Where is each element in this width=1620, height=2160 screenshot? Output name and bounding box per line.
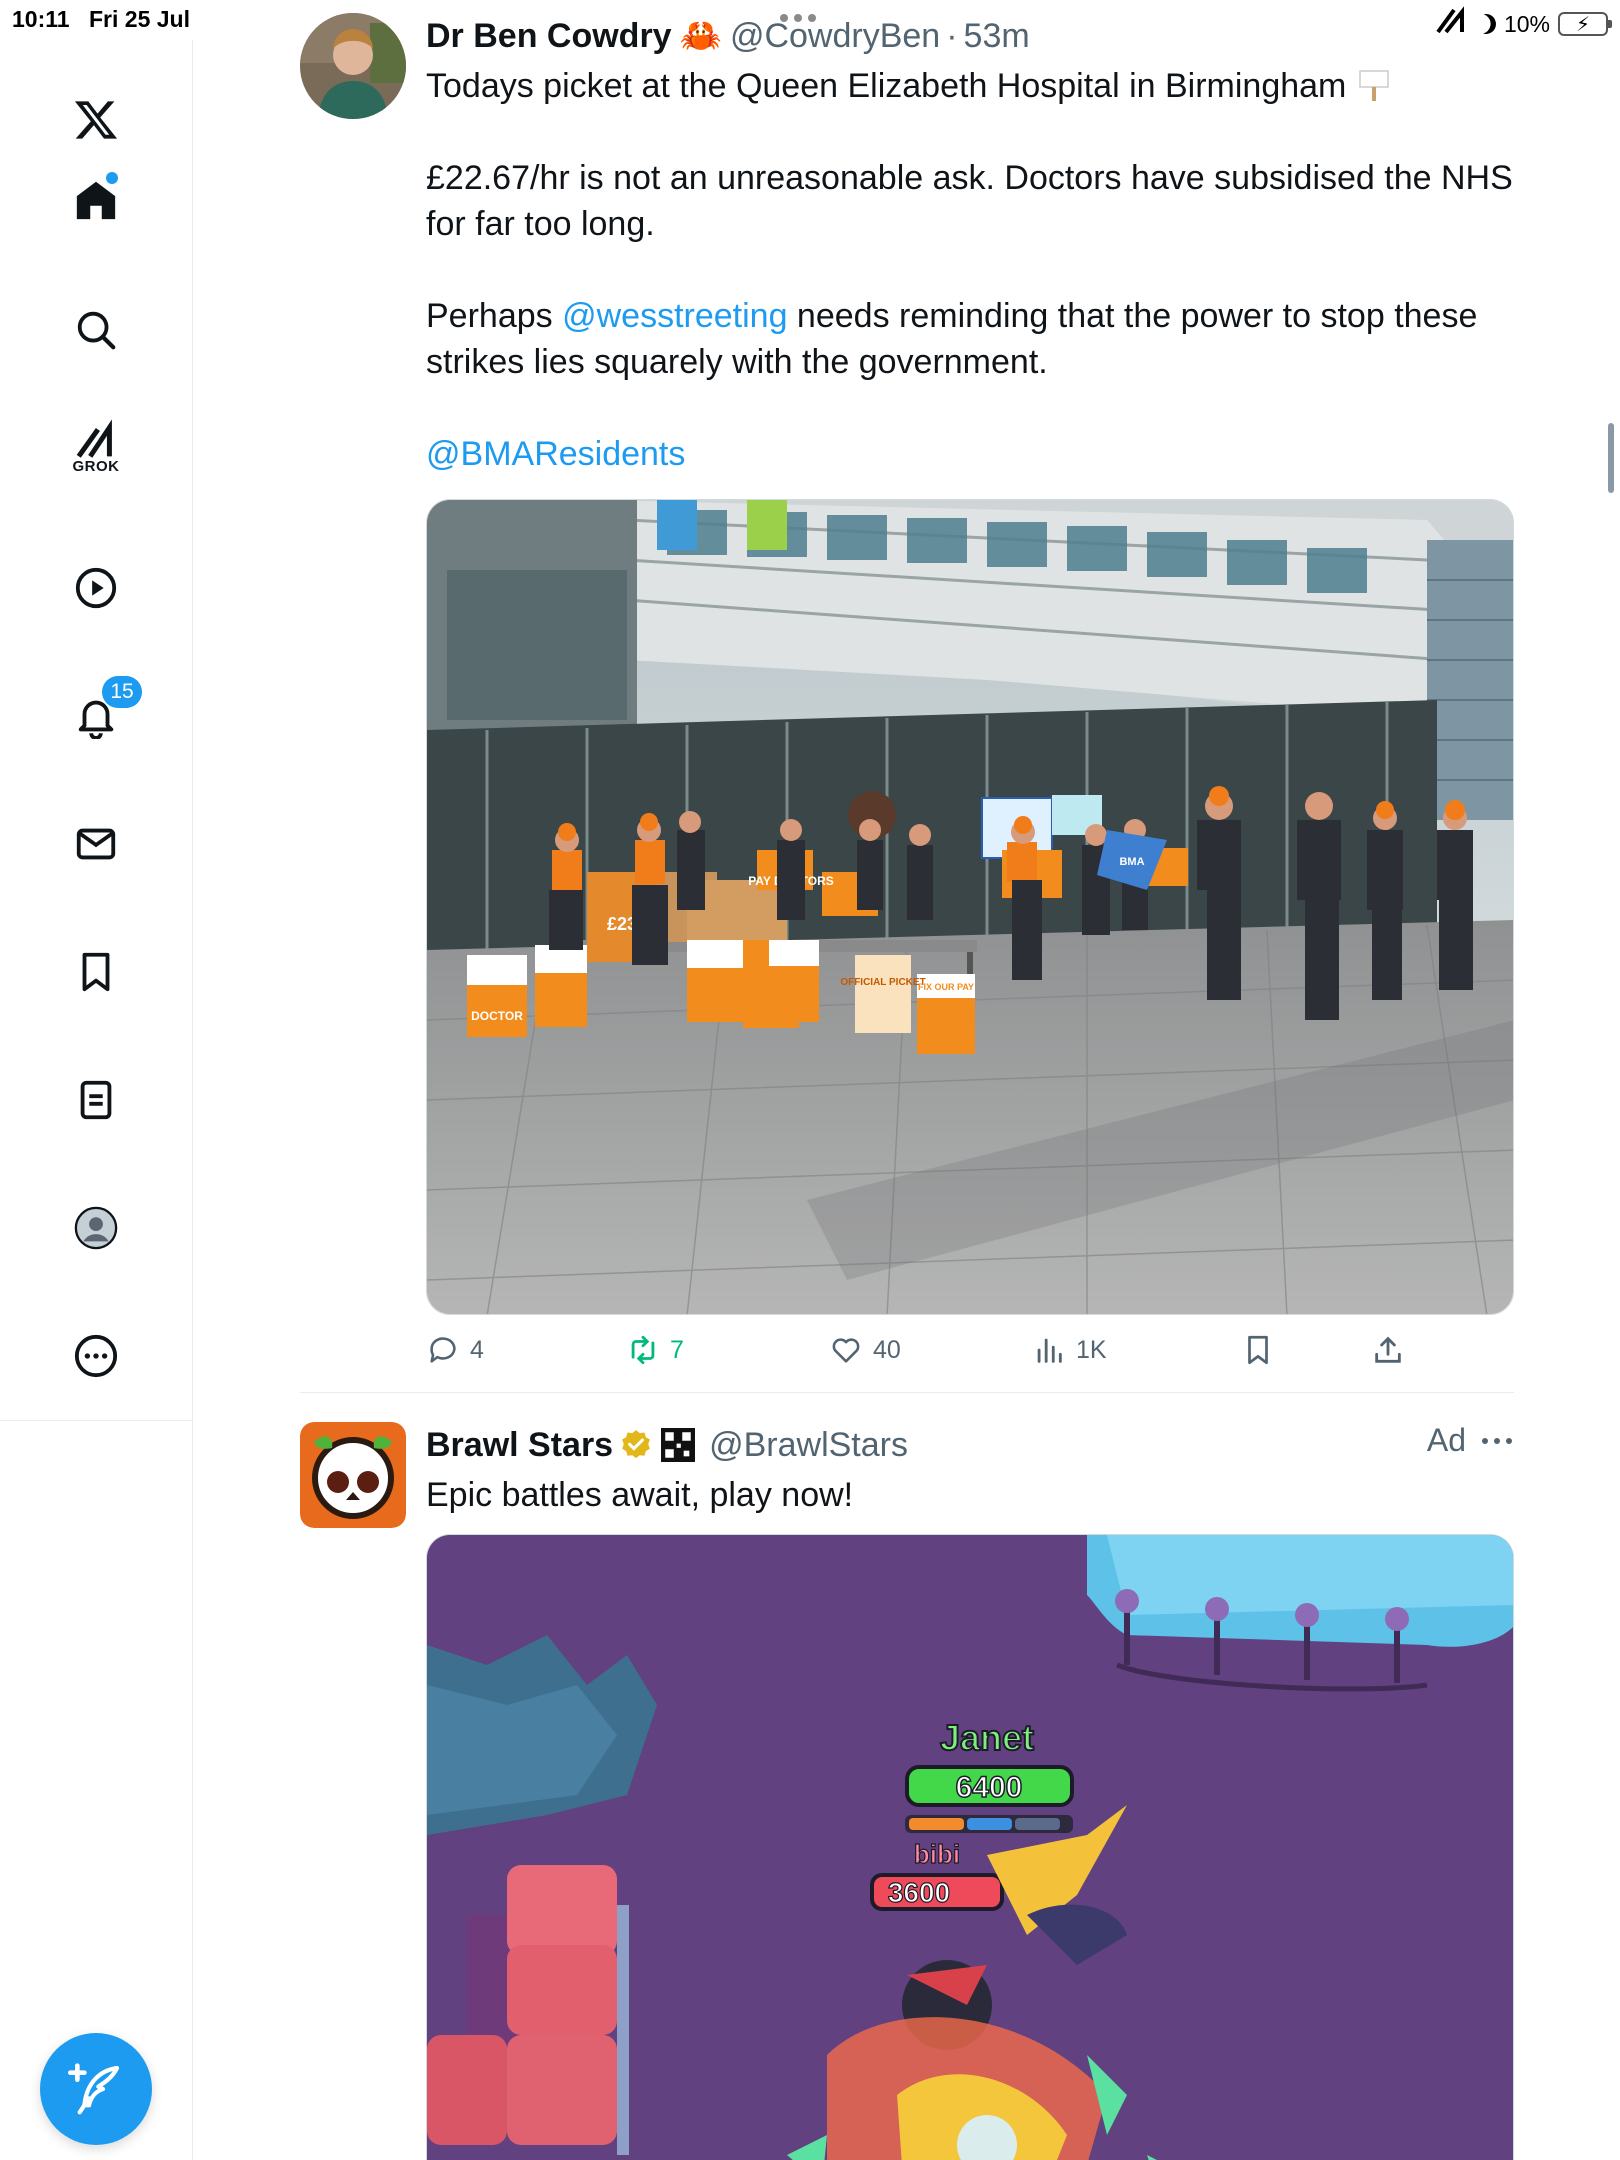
like-count: 40 [873,1335,901,1364]
ad-header: Brawl Stars @BrawlStars [426,1422,1514,1468]
share-icon [1375,1336,1401,1363]
advertiser-handle[interactable]: @BrawlStars [709,1426,908,1465]
sign-doctor-text: DOCTOR [471,1009,523,1023]
sidebar-divider [0,1420,193,1421]
tweet-divider [300,1392,1514,1393]
x-logo-icon[interactable] [66,90,126,150]
bookmark-button[interactable] [1241,1333,1275,1367]
author-handle[interactable]: @CowdryBen [730,17,940,56]
bookmarks-icon[interactable] [66,942,126,1002]
picket-photo-image: DOCTOR PAY DOCTORS OFFICIAL PICKET £23 F… [427,500,1513,1314]
tweet-text: Todays picket at the Queen Elizabeth Hos… [426,63,1514,477]
notifications-icon[interactable]: 15 [66,676,142,746]
compose-post-button[interactable] [40,2033,152,2145]
ad-copy: Epic battles await, play now! [426,1476,854,1514]
mention-wesstreeting[interactable]: @wesstreeting [562,297,787,335]
status-time: 10:11 [12,6,70,32]
ad-label: Ad [1426,1422,1466,1458]
messages-icon[interactable] [66,814,126,874]
heart-icon [832,1338,860,1363]
author-avatar[interactable] [300,13,406,119]
repost-icon [631,1335,655,1365]
tweet-body: Dr Ben Cowdry 🦀 @CowdryBen · 53m Todays … [426,13,1514,1373]
views-chart-icon [1037,1338,1062,1363]
lists-icon[interactable] [66,1070,126,1130]
reply-icon [430,1337,456,1363]
ad-body: Brawl Stars @BrawlStars Ad Epic battles … [426,1422,1514,2160]
search-icon[interactable] [66,300,126,360]
enemy-name-text: bibi [914,1839,960,1869]
player-hp-text: 6400 [956,1771,1023,1804]
crab-emoji: 🦀 [679,17,722,55]
views-button[interactable]: 1K [1032,1333,1107,1367]
player-name-text: Janet [940,1717,1034,1758]
notifications-badge: 15 [102,676,142,708]
reply-button[interactable]: 4 [426,1333,484,1367]
tweet-timestamp[interactable]: 53m [964,17,1030,56]
brawl-stars-avatar[interactable] [300,1422,406,1528]
share-button[interactable] [1371,1333,1405,1367]
views-count: 1K [1076,1335,1107,1364]
repost-button[interactable]: 7 [626,1333,684,1367]
video-icon[interactable] [66,558,126,618]
flag-bma-text: BMA [1119,856,1144,868]
author-name[interactable]: Dr Ben Cowdry [426,17,672,56]
tweet-line-1: Todays picket at the Queen Elizabeth Hos… [426,67,1347,105]
tweet-header: Dr Ben Cowdry 🦀 @CowdryBen · 53m [426,13,1514,59]
home-icon[interactable] [66,170,126,230]
reply-count: 4 [470,1335,484,1364]
grok-icon[interactable]: GROK [66,418,126,478]
tweet-line-3-pre: Perhaps [426,297,563,335]
grok-label: GROK [72,458,120,475]
affiliate-badge-icon [661,1428,696,1462]
sign-official-picket-text: OFFICIAL PICKET [840,977,925,988]
brawl-stars-gameplay-image: Janet 6400 bibi 3600 [427,1535,1513,2160]
ad-text: Epic battles await, play now! [426,1472,1514,1518]
advertiser-name[interactable]: Brawl Stars [426,1426,613,1465]
tweet-line-2: £22.67/hr is not an unreasonable ask. Do… [426,159,1513,243]
tweet-photo[interactable]: DOCTOR PAY DOCTORS OFFICIAL PICKET £23 F… [426,499,1514,1315]
status-date: Fri 25 Jul [89,6,190,32]
more-icon[interactable] [66,1326,126,1386]
mention-bmaresidents[interactable]: @BMAResidents [426,435,685,473]
tweet-actions: 4 7 40 1K [426,1333,1514,1373]
battery-icon: ⚡ [1558,12,1612,36]
repost-count: 7 [670,1335,684,1364]
ad-label-group: Ad [1427,1422,1514,1459]
sign-fix-our-pay-text: FIX OUR PAY [918,982,974,992]
verified-badge-icon [622,1430,650,1459]
home-unread-dot [106,172,118,184]
ad-video[interactable]: Janet 6400 bibi 3600 [426,1534,1514,2160]
like-button[interactable]: 40 [829,1333,901,1367]
header-separator: · [946,16,958,55]
bookmark-icon [1248,1335,1268,1365]
enemy-hp-text: 3600 [888,1877,950,1908]
placard-icon [1359,70,1389,101]
sidebar: GROK 15 [0,40,193,2160]
scrollbar[interactable] [1608,423,1614,493]
more-options-icon[interactable] [1480,1436,1514,1446]
compose-quill-icon [68,2063,120,2115]
profile-avatar-icon[interactable] [66,1198,126,1258]
